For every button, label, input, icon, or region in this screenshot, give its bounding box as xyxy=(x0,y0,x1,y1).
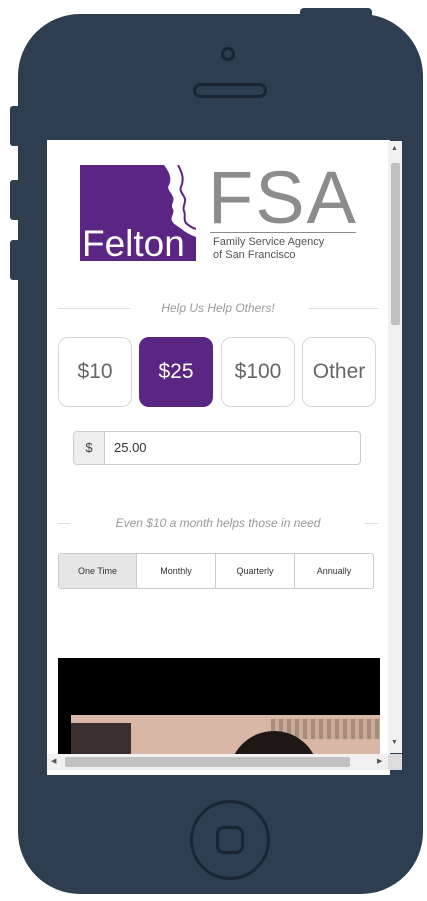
svg-text:Felton: Felton xyxy=(82,223,185,261)
frequency-heading: Even $10 a month helps those in need xyxy=(115,516,321,530)
rule-right xyxy=(308,308,378,309)
scroll-left-arrow-icon[interactable]: ◀ xyxy=(51,757,56,765)
amount-other-button[interactable]: Other xyxy=(302,337,376,407)
frequency-one-time[interactable]: One Time xyxy=(59,554,137,588)
home-button-icon xyxy=(216,826,244,854)
amount-10-button[interactable]: $10 xyxy=(58,337,132,407)
currency-addon: $ xyxy=(74,432,105,464)
vertical-scroll-thumb[interactable] xyxy=(391,163,400,325)
video-dark-area xyxy=(71,723,131,758)
amount-25-button[interactable]: $25 xyxy=(139,337,213,407)
speaker-icon xyxy=(193,83,267,98)
frequency-quarterly[interactable]: Quarterly xyxy=(216,554,295,588)
amount-input-group[interactable]: $ 25.00 xyxy=(73,431,361,465)
logo-divider xyxy=(210,232,356,233)
logo-acronym: FSA xyxy=(208,156,358,239)
camera-icon xyxy=(221,47,235,61)
frequency-selector: One Time Monthly Quarterly Annually xyxy=(58,553,374,589)
scroll-down-arrow-icon[interactable]: ▼ xyxy=(391,739,398,747)
video-frame xyxy=(71,715,380,758)
amount-100-button[interactable]: $100 xyxy=(221,337,295,407)
amount-input[interactable]: 25.00 xyxy=(114,432,147,464)
scroll-right-arrow-icon[interactable]: ▶ xyxy=(377,757,382,765)
help-heading-row: Help Us Help Others! xyxy=(58,298,378,318)
logo-subtitle-line1: Family Service Agency xyxy=(213,236,325,248)
frequency-annually[interactable]: Annually xyxy=(295,554,373,588)
scroll-up-arrow-icon[interactable]: ▲ xyxy=(391,145,398,153)
horizontal-scroll-thumb[interactable] xyxy=(65,757,350,767)
horizontal-scrollbar[interactable]: ◀ ▶ xyxy=(47,754,390,770)
frequency-heading-row: Even $10 a month helps those in need xyxy=(58,513,378,533)
logo-subtitle-line2: of San Francisco xyxy=(213,249,296,261)
rule-right xyxy=(364,523,378,524)
video-embed[interactable] xyxy=(58,658,380,758)
scrollbar-corner xyxy=(388,754,402,770)
frequency-monthly[interactable]: Monthly xyxy=(137,554,216,588)
vertical-scrollbar[interactable]: ▲ ▼ xyxy=(388,141,402,753)
felton-logo: Felton xyxy=(80,165,196,261)
